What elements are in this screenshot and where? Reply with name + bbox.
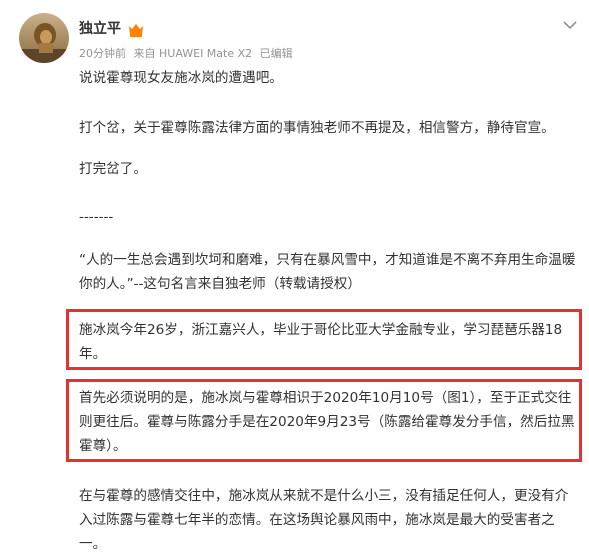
author-name[interactable]: 独立平 bbox=[79, 20, 121, 38]
post-paragraph-highlighted: 施冰岚今年26岁，浙江嘉兴人，毕业于哥伦比亚大学金融专业，学习琵琶乐器18年。 bbox=[79, 322, 563, 362]
post-time[interactable]: 20分钟前 bbox=[79, 47, 126, 60]
post-paragraph-highlighted: 首先必须说明的是，施冰岚与霍尊相识于2020年10月10号（图1），至于正式交往… bbox=[79, 390, 575, 454]
vip-badge-icon[interactable] bbox=[128, 22, 144, 37]
post-paragraph: 打个岔，关于霍尊陈露法律方面的事情独老师不再提及，相信警方，静待官宣。 bbox=[79, 120, 555, 136]
avatar[interactable] bbox=[19, 13, 69, 63]
post-source: 来自 HUAWEI Mate X2 bbox=[133, 47, 253, 60]
post-paragraph: 说说霍尊现女友施冰岚的遭遇吧。 bbox=[79, 70, 283, 86]
chevron-down-icon[interactable] bbox=[562, 16, 578, 30]
post-paragraph: “人的一生总会遇到坎坷和磨难，只有在暴风雪中，才知道谁是不离不弃用生命温暖你的人… bbox=[79, 252, 576, 292]
post-paragraph: 打完岔了。 bbox=[79, 161, 147, 177]
post-meta: 20分钟前 来自 HUAWEI Mate X2 已编辑 bbox=[79, 47, 297, 61]
edited-label[interactable]: 已编辑 bbox=[260, 47, 293, 60]
post-paragraph: 在与霍尊的感情交往中，施冰岚从来就不是什么小三，没有插足任何人，更没有介入过陈露… bbox=[79, 488, 569, 552]
post-paragraph: ------- bbox=[79, 209, 114, 225]
